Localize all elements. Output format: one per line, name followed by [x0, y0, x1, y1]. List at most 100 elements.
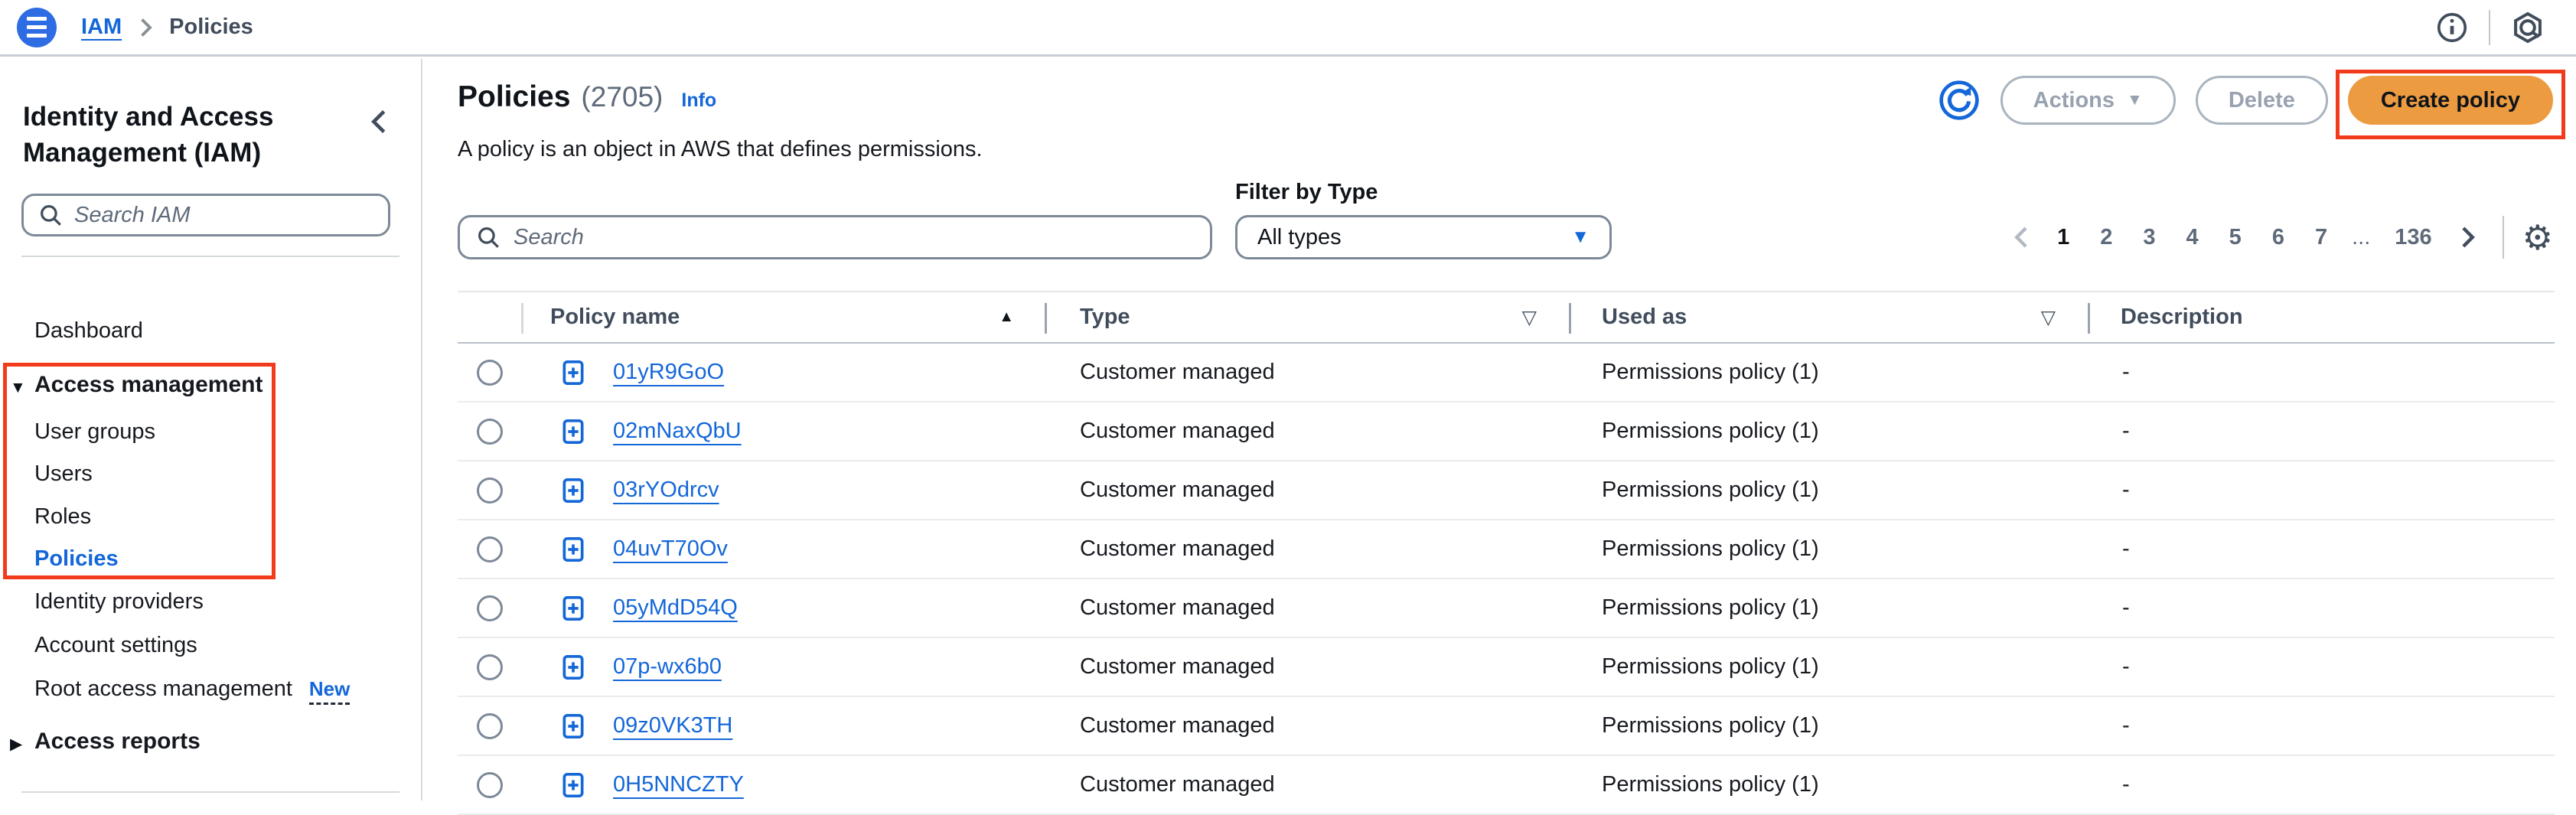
policy-name-link[interactable]: 09z0VK3TH: [613, 713, 732, 738]
policy-type: Customer managed: [1045, 419, 1569, 444]
policy-type: Customer managed: [1045, 772, 1569, 797]
create-policy-button[interactable]: Create policy: [2348, 76, 2553, 125]
policy-type: Customer managed: [1045, 595, 1569, 621]
next-page-icon[interactable]: [2450, 224, 2484, 250]
policy-description: -: [2088, 360, 2555, 385]
column-header-type[interactable]: Type ▽: [1045, 292, 1569, 342]
row-select-radio[interactable]: [477, 595, 503, 621]
policy-type: Customer managed: [1045, 654, 1569, 680]
column-filter-icon[interactable]: ▽: [2041, 306, 2056, 329]
row-select-radio[interactable]: [477, 654, 503, 680]
delete-button[interactable]: Delete: [2196, 76, 2328, 125]
table-header-row: Policy name ▲ Type ▽ Used as ▽ Descripti…: [458, 291, 2555, 344]
previous-page-icon[interactable]: [2005, 224, 2039, 250]
sort-ascending-icon[interactable]: ▲: [999, 308, 1014, 326]
table-row: 01yR9GoO Customer managed Permissions po…: [458, 344, 2555, 403]
row-select-radio[interactable]: [477, 536, 503, 562]
refresh-icon[interactable]: [1938, 79, 1981, 122]
policy-type: Customer managed: [1045, 360, 1569, 385]
page-number-4[interactable]: 4: [2174, 220, 2211, 255]
sidebar-item-roles[interactable]: Roles: [34, 502, 91, 531]
policy-expand-icon[interactable]: [558, 416, 589, 448]
page-number-1[interactable]: 1: [2045, 220, 2082, 255]
sidebar-item-root-access-management[interactable]: Root access managementNew: [34, 674, 350, 703]
settings-icon[interactable]: [2510, 10, 2545, 45]
hamburger-menu-icon[interactable]: [17, 8, 57, 47]
topbar-divider: [2489, 10, 2490, 45]
sidebar-item-policies[interactable]: Policies: [34, 544, 119, 573]
sidebar-divider: [21, 256, 399, 257]
column-header-used-as[interactable]: Used as ▽: [1569, 292, 2088, 342]
info-icon[interactable]: [2435, 11, 2469, 44]
row-select-radio[interactable]: [477, 772, 503, 798]
sidebar-item-account-settings[interactable]: Account settings: [34, 631, 197, 660]
table-row: 0H5NNCZTY Customer managed Permissions p…: [458, 756, 2555, 815]
sidebar-item-user-groups[interactable]: User groups: [34, 417, 155, 446]
column-divider: [521, 303, 523, 334]
sidebar-item-access-management[interactable]: ▼ Access management: [34, 370, 262, 399]
pagination: 1 2 3 4 5 6 7 ... 136 ⚙: [2005, 215, 2553, 259]
search-icon: [37, 202, 64, 228]
column-header-description[interactable]: Description: [2088, 292, 2555, 342]
policy-description: -: [2088, 419, 2555, 444]
column-divider: [2088, 303, 2090, 334]
policy-expand-icon[interactable]: [558, 592, 589, 624]
column-filter-icon[interactable]: ▽: [1522, 306, 1537, 329]
policy-expand-icon[interactable]: [558, 474, 589, 507]
caret-down-icon: ▼: [10, 373, 26, 403]
table-search-input[interactable]: [514, 225, 1195, 250]
policy-name-link[interactable]: 02mNaxQbU: [613, 419, 742, 444]
new-badge[interactable]: New: [309, 677, 350, 705]
policy-type: Customer managed: [1045, 478, 1569, 503]
page-number-last[interactable]: 136: [2382, 220, 2444, 255]
policies-table: Policy name ▲ Type ▽ Used as ▽ Descripti…: [458, 291, 2555, 815]
page-title: Policies: [458, 80, 570, 114]
search-icon: [475, 224, 501, 250]
page-number-6[interactable]: 6: [2260, 220, 2297, 255]
sidebar-collapse-icon[interactable]: [367, 106, 390, 137]
caret-right-icon: ▶: [10, 730, 22, 759]
sidebar-item-dashboard[interactable]: Dashboard: [34, 316, 143, 345]
actions-button[interactable]: Actions ▼: [2000, 76, 2176, 125]
policy-name-link[interactable]: 03rYOdrcv: [613, 478, 719, 503]
page-number-2[interactable]: 2: [2088, 220, 2124, 255]
page-number-7[interactable]: 7: [2303, 220, 2340, 255]
sidebar-item-identity-providers[interactable]: Identity providers: [34, 587, 204, 616]
policy-expand-icon[interactable]: [558, 357, 589, 389]
row-select-radio[interactable]: [477, 478, 503, 504]
page-title-row: Policies (2705) Info: [458, 80, 716, 114]
sidebar-item-access-reports[interactable]: ▶ Access reports: [34, 727, 201, 756]
policy-used-as: Permissions policy (1): [1569, 360, 2088, 385]
policy-name-link[interactable]: 01yR9GoO: [613, 360, 724, 385]
page-number-5[interactable]: 5: [2217, 220, 2254, 255]
column-divider: [1045, 303, 1047, 334]
row-select-radio[interactable]: [477, 360, 503, 386]
sidebar-item-users[interactable]: Users: [34, 459, 93, 488]
policy-name-link[interactable]: 07p-wx6b0: [613, 654, 722, 680]
policy-name-link[interactable]: 05yMdD54Q: [613, 595, 738, 621]
sidebar-title: Identity and Access Management (IAM): [23, 99, 344, 171]
caret-down-icon: ▼: [2127, 91, 2143, 109]
type-filter-dropdown[interactable]: All types ▼: [1235, 215, 1612, 259]
policy-used-as: Permissions policy (1): [1569, 536, 2088, 562]
policy-expand-icon[interactable]: [558, 710, 589, 742]
row-select-radio[interactable]: [477, 713, 503, 739]
policy-name-link[interactable]: 04uvT70Ov: [613, 536, 728, 562]
table-row: 04uvT70Ov Customer managed Permissions p…: [458, 520, 2555, 579]
policy-used-as: Permissions policy (1): [1569, 654, 2088, 680]
row-select-radio[interactable]: [477, 419, 503, 445]
table-preferences-gear-icon[interactable]: ⚙: [2522, 220, 2553, 255]
breadcrumb: IAM Policies: [81, 15, 253, 40]
info-link[interactable]: Info: [681, 90, 716, 112]
sidebar-search-input[interactable]: [74, 203, 374, 228]
breadcrumb-current: Policies: [169, 15, 253, 40]
policy-expand-icon[interactable]: [558, 769, 589, 801]
policy-name-link[interactable]: 0H5NNCZTY: [613, 772, 744, 797]
page-number-3[interactable]: 3: [2131, 220, 2167, 255]
filter-by-type-label: Filter by Type: [1235, 180, 1378, 205]
policy-expand-icon[interactable]: [558, 533, 589, 566]
breadcrumb-iam-link[interactable]: IAM: [81, 15, 122, 40]
policy-expand-icon[interactable]: [558, 651, 589, 683]
policy-description: -: [2088, 595, 2555, 621]
column-header-policy-name[interactable]: Policy name ▲: [521, 292, 1045, 342]
